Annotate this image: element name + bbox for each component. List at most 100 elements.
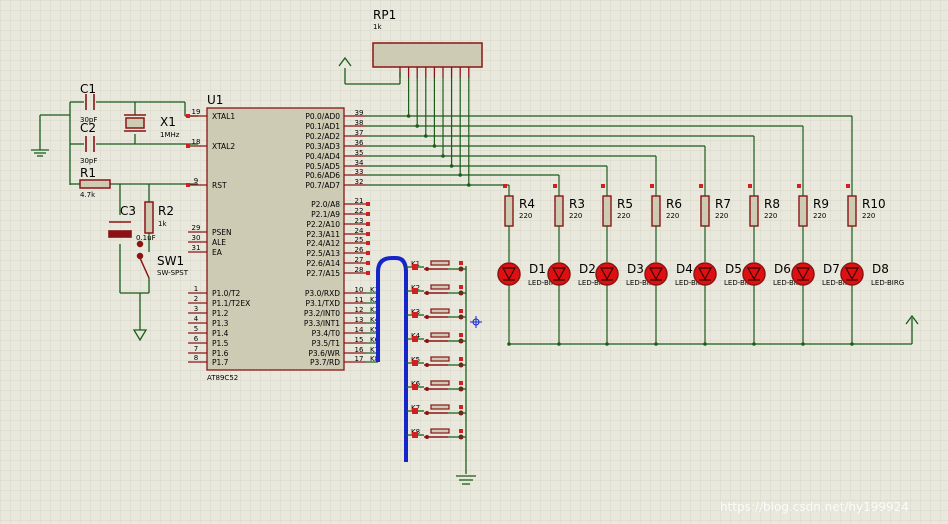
led-resistor-value: 220 — [617, 212, 630, 220]
mcu-pin-number: 39 — [355, 109, 364, 117]
mcu-pin-name: P2.1/A9 — [311, 210, 340, 219]
mcu-pin-number: 22 — [355, 207, 364, 215]
mcu-pin-name: P3.6/WR — [308, 349, 340, 358]
mcu-pin-number: 8 — [194, 354, 198, 362]
mcu-pin-name: P3.4/T0 — [312, 329, 341, 338]
r2-value: 1k — [158, 220, 167, 228]
mcu-pin-number: 33 — [355, 168, 364, 176]
led-ref: D7 — [823, 262, 840, 276]
mcu-pin-number: 7 — [194, 345, 198, 353]
c2-value: 30pF — [80, 157, 97, 165]
sw1-value: SW-SPST — [157, 269, 189, 277]
rp1-ref: RP1 — [373, 8, 396, 22]
led-ref: D5 — [725, 262, 742, 276]
mcu-pin-name: P2.4/A12 — [306, 239, 340, 248]
mcu-pin-number: 4 — [194, 315, 199, 323]
led-value: LED-BIRG — [871, 279, 904, 287]
mcu-pin-number: 12 — [355, 306, 364, 314]
mcu-pin-name: XTAL2 — [212, 142, 235, 151]
mcu-pin-name: P3.1/TXD — [306, 299, 341, 308]
mcu-pin-number: 36 — [355, 139, 364, 147]
mcu-pin-name: P2.6/A14 — [306, 259, 340, 268]
mcu-pin-name: P0.5/AD5 — [305, 162, 340, 171]
led-resistor-ref: R4 — [519, 197, 535, 211]
mcu-pin-number: 27 — [355, 256, 364, 264]
mcu-pin-name: P2.2/A10 — [306, 220, 340, 229]
mcu-pin-name: P1.2 — [212, 309, 229, 318]
mcu-pin-name: P0.1/AD1 — [305, 122, 340, 131]
led-resistor-value: 220 — [764, 212, 777, 220]
mcu-pin-name: P1.5 — [212, 339, 229, 348]
mcu-pin-number: 35 — [355, 149, 364, 157]
mcu-pin-name: P2.7/A15 — [306, 269, 340, 278]
mcu-pin-number: 23 — [355, 217, 364, 225]
mcu-pin-number: 21 — [355, 197, 364, 205]
mcu-pin-number: 11 — [355, 296, 364, 304]
mcu-pin-number: 24 — [355, 227, 364, 235]
mcu-pin-name: XTAL1 — [212, 112, 235, 121]
r1-value: 4.7k — [80, 191, 96, 199]
mcu-pin-name: P0.2/AD2 — [305, 132, 340, 141]
led-ref: D4 — [676, 262, 693, 276]
mcu-pin-name: P0.6/AD6 — [305, 171, 340, 180]
mcu-pin-name: P0.3/AD3 — [305, 142, 340, 151]
mcu-pin-name: P1.4 — [212, 329, 229, 338]
mcu-pin-number: 1 — [194, 285, 198, 293]
mcu-pin-number: 9 — [194, 177, 198, 185]
c1-ref: C1 — [80, 82, 96, 96]
led-resistor-ref: R3 — [569, 197, 585, 211]
mcu-pin-number: 29 — [192, 224, 201, 232]
mcu-pin-name: P0.7/AD7 — [305, 181, 340, 190]
mcu-ref: U1 — [207, 93, 223, 107]
mcu-pin-number: 13 — [355, 316, 364, 324]
led-resistor-value: 220 — [666, 212, 679, 220]
led-resistor-ref: R5 — [617, 197, 633, 211]
mcu-pin-name: P1.0/T2 — [212, 289, 241, 298]
mcu-pin-number: 25 — [355, 236, 364, 244]
led-resistor-value: 220 — [519, 212, 532, 220]
led-resistor-value: 220 — [715, 212, 728, 220]
led-ref: D6 — [774, 262, 791, 276]
mcu-pin-number: 19 — [192, 108, 201, 116]
mcu-pin-number: 10 — [355, 286, 364, 294]
c2-ref: C2 — [80, 121, 96, 135]
mcu-pin-name: P1.3 — [212, 319, 229, 328]
mcu-pin-name: P1.1/T2EX — [212, 299, 250, 308]
led-ref: D2 — [579, 262, 596, 276]
rp1-value: 1k — [373, 23, 382, 31]
mcu-part: AT89C52 — [207, 374, 238, 382]
mcu-pin-name: P2.0/A8 — [311, 200, 340, 209]
mcu-pin-name: P3.2/INT0 — [304, 309, 340, 318]
mcu-pin-number: 5 — [194, 325, 198, 333]
led-resistor-ref: R7 — [715, 197, 731, 211]
mcu-pin-name: PSEN — [212, 228, 232, 237]
r1-ref: R1 — [80, 166, 96, 180]
mcu-pin-name: P3.5/T1 — [312, 339, 341, 348]
x1-ref: X1 — [160, 115, 176, 129]
mcu-pin-name: P0.0/AD0 — [305, 112, 340, 121]
led-resistor-ref: R10 — [862, 197, 886, 211]
led-resistor-value: 220 — [813, 212, 826, 220]
sw1-ref: SW1 — [157, 254, 184, 268]
mcu-pin-number: 17 — [355, 355, 364, 363]
mcu-pin-name: ALE — [212, 238, 226, 247]
mcu-pin-name: P2.3/A11 — [306, 230, 340, 239]
mcu-pin-name: P1.7 — [212, 358, 229, 367]
led-ref: D1 — [529, 262, 546, 276]
mcu-pin-name: P1.6 — [212, 349, 229, 358]
mcu-pin-number: 3 — [194, 305, 198, 313]
c3-value: 0.1uF — [136, 234, 156, 242]
mcu-pin-number: 38 — [355, 119, 364, 127]
mcu-pin-number: 31 — [192, 244, 201, 252]
mcu-pin-number: 32 — [355, 178, 364, 186]
mcu-pin-number: 28 — [355, 266, 364, 274]
schematic-canvas[interactable]: C1 30pF C2 30pF X1 1MHz R1 4.7k C3 0.1uF — [0, 0, 948, 524]
x1-value: 1MHz — [160, 131, 180, 139]
mcu-pin-number: 14 — [355, 326, 364, 334]
mcu-pin-number: 2 — [194, 295, 198, 303]
led-resistor-ref: R9 — [813, 197, 829, 211]
mcu-pin-name: P0.4/AD4 — [305, 152, 340, 161]
led-resistor-ref: R8 — [764, 197, 780, 211]
mcu-pin-number: 37 — [355, 129, 364, 137]
mcu-pin-name: EA — [212, 248, 223, 257]
